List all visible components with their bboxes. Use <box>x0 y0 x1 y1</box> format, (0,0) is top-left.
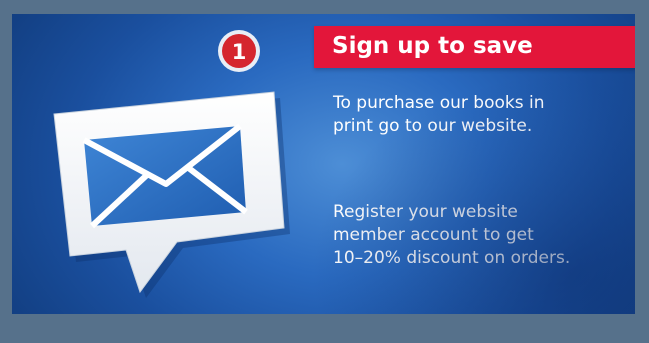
notification-count: 1 <box>232 40 247 64</box>
envelope-icon <box>82 123 248 229</box>
envelope-speech-bubble-icon: 1 <box>53 30 290 298</box>
signup-banner: 1 Sign up to save To purchase our books … <box>12 14 635 314</box>
headline-bar: Sign up to save <box>314 26 635 68</box>
register-line: member account to get <box>333 225 534 245</box>
purchase-line: print go to our website. <box>333 116 533 136</box>
image-frame: 1 Sign up to save To purchase our books … <box>0 0 649 343</box>
purchase-paragraph: To purchase our books in print go to our… <box>333 92 545 138</box>
headline: Sign up to save <box>332 33 533 59</box>
notification-badge: 1 <box>218 30 260 72</box>
register-line: Register your website <box>333 202 518 222</box>
register-paragraph: Register your website member account to … <box>333 201 570 270</box>
register-line: 10–20% discount on orders. <box>333 248 571 268</box>
purchase-line: To purchase our books in <box>333 93 545 113</box>
